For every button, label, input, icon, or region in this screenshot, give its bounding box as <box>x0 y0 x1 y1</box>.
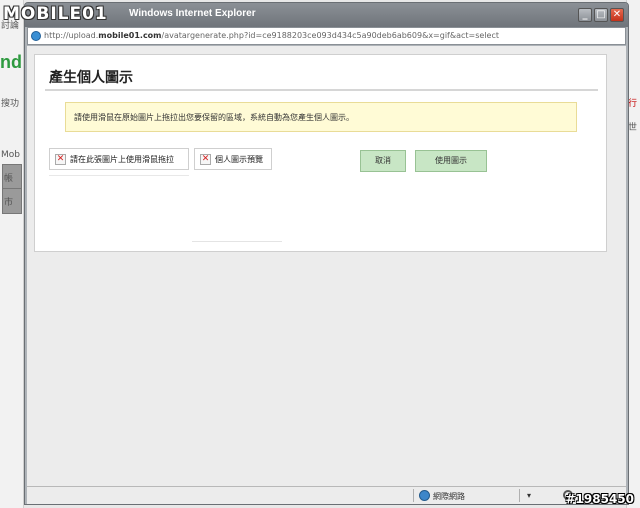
site-logo: MOBILE01 <box>3 4 108 24</box>
bg-text-fragment: 搜功 <box>1 99 20 109</box>
status-bar: 網際網路 ▾ <box>27 486 626 504</box>
maximize-button[interactable]: □ <box>594 8 608 22</box>
chevron-down-icon[interactable]: ▾ <box>527 491 531 500</box>
divider <box>192 241 282 242</box>
use-avatar-button[interactable]: 使用圖示 <box>415 150 487 172</box>
source-image-alt: 請在此張圖片上使用滑鼠拖拉 <box>70 155 174 164</box>
title-bar[interactable]: MOBILE01 Windows Internet Explorer _ □ ✕ <box>3 3 628 27</box>
bg-text-fragment: 行 <box>628 99 638 109</box>
status-separator <box>519 489 520 502</box>
window-title: Windows Internet Explorer <box>129 8 256 19</box>
page-content: 產生個人圖示 請使用滑鼠在原始圖片上拖拉出您要保留的區域，系統自動為您產生個人圖… <box>27 46 626 486</box>
cancel-button[interactable]: 取消 <box>360 150 406 172</box>
broken-image-icon: ✕ <box>200 154 211 165</box>
address-bar[interactable]: http://upload.mobile01.com/avatargenerat… <box>27 27 626 45</box>
instruction-notice: 請使用滑鼠在原始圖片上拖拉出您要保留的區域，系統自動為您產生個人圖示。 <box>65 102 577 132</box>
background-page-left: 討論 nd 搜功 Mob 帳 市 <box>0 0 24 508</box>
notice-text: 請使用滑鼠在原始圖片上拖拉出您要保留的區域，系統自動為您產生個人圖示。 <box>74 113 354 122</box>
preview-image: ✕ 個人圖示預覽 <box>194 148 272 170</box>
preview-image-alt: 個人圖示預覽 <box>215 155 263 164</box>
bg-text-fragment: Mob <box>1 150 20 160</box>
minimize-button[interactable]: _ <box>578 8 592 22</box>
page-title: 產生個人圖示 <box>49 70 133 86</box>
url-host: mobile01.com <box>98 31 162 40</box>
status-separator <box>413 489 414 502</box>
close-button[interactable]: ✕ <box>610 8 624 22</box>
url-rest: /avatargenerate.php?id=ce9188203ce093d43… <box>161 31 500 40</box>
popup-window: MOBILE01 Windows Internet Explorer _ □ ✕… <box>3 2 629 505</box>
globe-icon <box>419 490 430 501</box>
bg-logo-fragment: nd <box>0 52 22 72</box>
url-prefix: http://upload. <box>44 31 99 40</box>
broken-image-icon: ✕ <box>55 154 66 165</box>
title-divider <box>45 89 598 91</box>
bg-text-fragment: 市 <box>4 198 14 208</box>
security-zone: 網際網路 <box>433 492 465 501</box>
bg-text-fragment: 世 <box>628 123 638 133</box>
page-icon <box>31 31 41 41</box>
watermark: #1985450 <box>565 492 634 506</box>
bg-table-cell: 市 <box>2 188 22 214</box>
address-url: http://upload.mobile01.com/avatargenerat… <box>44 31 499 40</box>
avatar-panel: 產生個人圖示 請使用滑鼠在原始圖片上拖拉出您要保留的區域，系統自動為您產生個人圖… <box>34 54 607 252</box>
source-image[interactable]: ✕ 請在此張圖片上使用滑鼠拖拉 <box>49 148 189 170</box>
bg-text-fragment: 帳 <box>4 174 14 184</box>
divider <box>49 175 189 176</box>
bg-table-cell: 帳 <box>2 164 22 190</box>
